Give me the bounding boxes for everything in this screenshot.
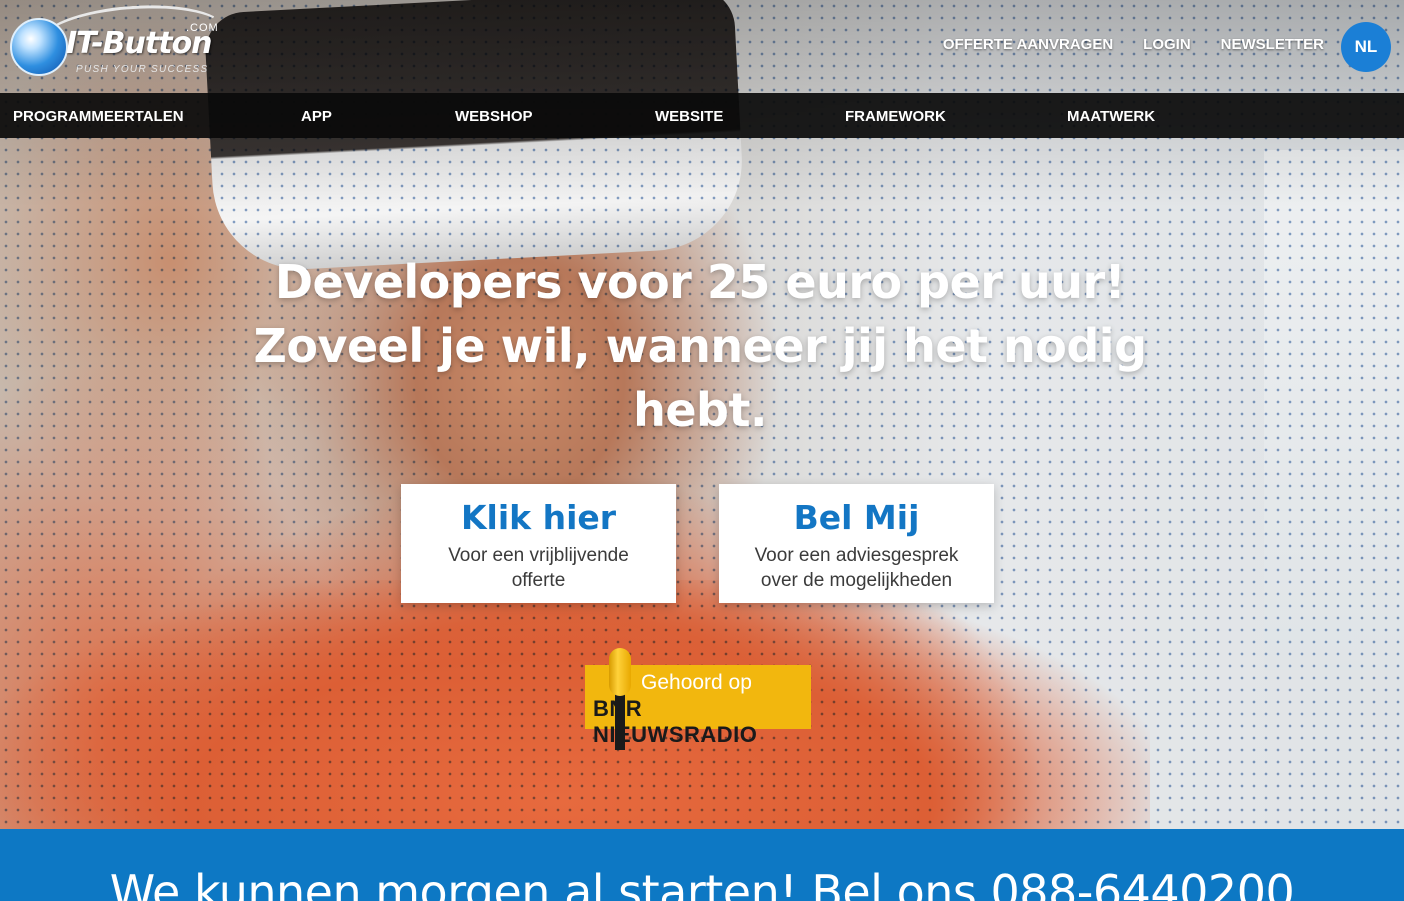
badge-heard-on-text: Gehoord op	[641, 671, 752, 694]
quote-cta-button[interactable]: Klik hier Voor een vrijblijvende offerte	[401, 484, 676, 603]
login-link[interactable]: LOGIN	[1143, 36, 1191, 53]
utility-nav: OFFERTE AANVRAGEN LOGIN NEWSLETTER	[943, 36, 1324, 53]
quote-request-link[interactable]: OFFERTE AANVRAGEN	[943, 36, 1113, 53]
logo-tagline: PUSH YOUR SUCCESS	[76, 64, 209, 75]
call-banner-text: We kunnen morgen al starten! Bel ons 088…	[109, 865, 1295, 901]
logo-globe-icon	[10, 18, 68, 76]
logo-domain-suffix: .COM	[186, 22, 219, 34]
call-banner: We kunnen morgen al starten! Bel ons 088…	[0, 829, 1404, 901]
newsletter-link[interactable]: NEWSLETTER	[1221, 36, 1324, 53]
site-logo[interactable]: IT-Button .COM PUSH YOUR SUCCESS	[10, 0, 228, 78]
nav-item-programmeertalen[interactable]: PROGRAMMEERTALEN	[13, 108, 184, 125]
badge-station-text: BNR NIEUWSRADIO	[593, 696, 758, 747]
quote-cta-title: Klik hier	[460, 498, 617, 537]
nav-item-app[interactable]: APP	[301, 108, 332, 125]
call-me-cta-title: Bel Mij	[793, 498, 920, 537]
quote-cta-subtitle: Voor een vrijblijvende offerte	[448, 545, 629, 591]
call-me-cta-subtitle: Voor een adviesgesprek over de mogelijkh…	[754, 545, 959, 591]
bnr-radio-badge[interactable]: Gehoord op BNR NIEUWSRADIO	[585, 648, 811, 750]
nav-item-framework[interactable]: FRAMEWORK	[845, 108, 946, 125]
call-me-cta-button[interactable]: Bel Mij Voor een adviesgesprek over de m…	[719, 484, 994, 603]
microphone-icon	[609, 648, 631, 696]
nav-item-maatwerk[interactable]: MAATWERK	[1067, 108, 1155, 125]
language-switcher[interactable]: NL	[1341, 22, 1391, 72]
microphone-stand	[615, 694, 625, 750]
top-bar: IT-Button .COM PUSH YOUR SUCCESS OFFERTE…	[0, 0, 1404, 93]
hero-headline: Developers voor 25 euro per uur! Zoveel …	[253, 255, 1148, 437]
nav-item-webshop[interactable]: WEBSHOP	[455, 108, 533, 125]
nav-item-website[interactable]: WEBSITE	[655, 108, 723, 125]
main-nav: PROGRAMMEERTALEN APP WEBSHOP WEBSITE FRA…	[0, 93, 1404, 138]
